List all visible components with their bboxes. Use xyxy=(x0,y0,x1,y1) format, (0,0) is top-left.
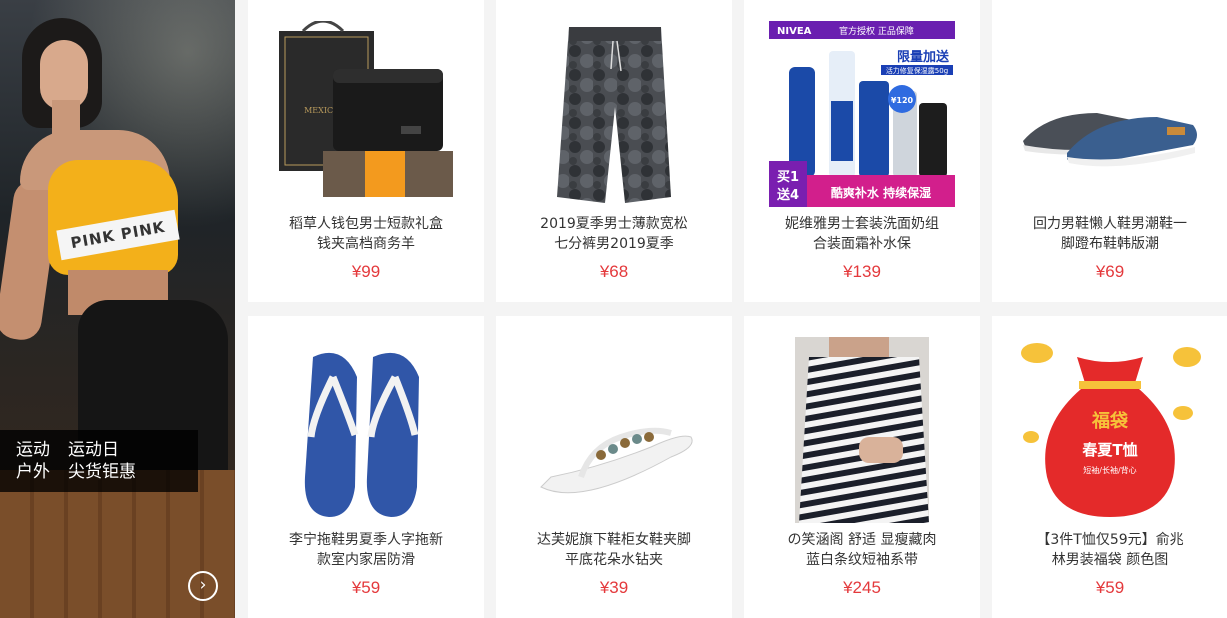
product-price: ¥69 xyxy=(1095,262,1125,281)
product-name[interactable]: 【3件T恤仅59元】俞兆林男装福袋 颜色图 xyxy=(1030,530,1190,570)
product-image[interactable] xyxy=(273,337,459,523)
product-price: ¥139 xyxy=(843,262,881,281)
nivea-promo-sub: 活力修复保湿露50g xyxy=(886,66,948,75)
svg-text:送4: 送4 xyxy=(776,187,799,203)
product-name[interactable]: 李宁拖鞋男夏季人字拖新款室内家居防滑 xyxy=(286,530,446,570)
product-card[interactable]: MEXICAN 稻草人钱包男士短款礼盒钱夹高档商务羊 ¥99 xyxy=(248,0,484,302)
product-card[interactable]: の笑涵阁 舒适 显瘦藏肉蓝白条纹短袖系带 ¥245 xyxy=(744,316,980,618)
nivea-price-badge: ¥120 xyxy=(891,96,914,105)
chevron-right-icon[interactable]: › xyxy=(188,571,218,601)
promo-banner[interactable]: PINK PINK 运动 户外 运动日 尖货钜惠 › xyxy=(0,0,235,618)
product-name[interactable]: 达芙妮旗下鞋柜女鞋夹脚平底花朵水钻夹 xyxy=(534,530,694,570)
banner-category[interactable]: 运动 户外 xyxy=(0,439,66,483)
product-price: ¥59 xyxy=(351,578,381,597)
product-card[interactable]: 达芙妮旗下鞋柜女鞋夹脚平底花朵水钻夹 ¥39 xyxy=(496,316,732,618)
banner-title[interactable]: 运动日 尖货钜惠 xyxy=(66,439,136,483)
product-price: ¥68 xyxy=(599,262,629,281)
lucky-bag-title: 福袋 xyxy=(1091,410,1129,432)
product-image[interactable]: MEXICAN xyxy=(273,21,459,207)
banner-tag[interactable]: 运动 户外 运动日 尖货钜惠 xyxy=(0,430,198,492)
nivea-header: 官方授权 正品保障 xyxy=(839,25,914,37)
product-price: ¥59 xyxy=(1095,578,1125,597)
svg-text:买1: 买1 xyxy=(777,170,799,185)
product-card[interactable]: NIVEA 官方授权 正品保障 限量加送 活力修复保湿露50g ¥120 买1 … xyxy=(744,0,980,302)
product-price: ¥39 xyxy=(599,578,629,597)
product-price: ¥99 xyxy=(351,262,381,281)
product-name[interactable]: 2019夏季男士薄款宽松七分裤男2019夏季 xyxy=(534,214,694,254)
product-card[interactable]: 李宁拖鞋男夏季人字拖新款室内家居防滑 ¥59 xyxy=(248,316,484,618)
lucky-bag-subtitle: 春夏T恤 xyxy=(1082,441,1137,459)
product-name[interactable]: の笑涵阁 舒适 显瘦藏肉蓝白条纹短袖系带 xyxy=(782,530,942,570)
nivea-promo: 限量加送 xyxy=(897,49,950,65)
product-card[interactable]: 2019夏季男士薄款宽松七分裤男2019夏季 ¥68 xyxy=(496,0,732,302)
product-card[interactable]: 福袋 春夏T恤 短袖/长袖/背心 【3件T恤仅59元】俞兆林男装福袋 颜色图 ¥… xyxy=(992,316,1227,618)
product-name[interactable]: 妮维雅男士套装洗面奶组合装面霜补水保 xyxy=(782,214,942,254)
product-image[interactable] xyxy=(521,21,707,207)
product-price: ¥245 xyxy=(843,578,881,597)
product-name[interactable]: 回力男鞋懒人鞋男潮鞋一脚蹬布鞋韩版潮 xyxy=(1030,214,1190,254)
product-image[interactable]: NIVEA 官方授权 正品保障 限量加送 活力修复保湿露50g ¥120 买1 … xyxy=(769,21,955,207)
nivea-brand: NIVEA xyxy=(777,26,812,37)
product-name[interactable]: 稻草人钱包男士短款礼盒钱夹高档商务羊 xyxy=(286,214,446,254)
product-image[interactable] xyxy=(769,337,955,523)
banner-model-neck xyxy=(52,100,80,150)
product-image[interactable] xyxy=(521,337,707,523)
product-image[interactable]: 福袋 春夏T恤 短袖/长袖/背心 xyxy=(1017,337,1203,523)
product-image[interactable] xyxy=(1017,21,1203,207)
lucky-bag-caption: 短袖/长袖/背心 xyxy=(1083,465,1136,475)
nivea-slogan: 酷爽补水 持续保湿 xyxy=(831,185,931,200)
product-card[interactable]: 回力男鞋懒人鞋男潮鞋一脚蹬布鞋韩版潮 ¥69 xyxy=(992,0,1227,302)
